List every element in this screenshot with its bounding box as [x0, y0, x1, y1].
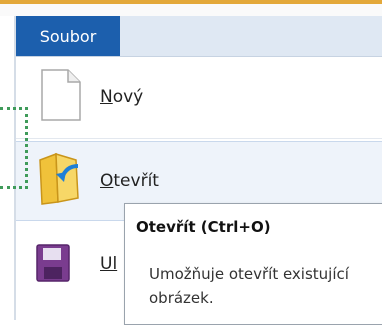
window-top-strip	[0, 4, 382, 16]
menu-item-new[interactable]: Nový	[16, 58, 382, 138]
menu-item-save-label: Ul	[100, 254, 118, 274]
new-document-icon	[41, 69, 81, 121]
menu-item-new-label: Nový	[100, 87, 144, 107]
menu-item-open-label: Otevřít	[100, 171, 159, 191]
open-folder-icon	[39, 152, 79, 205]
callout-bracket	[0, 107, 28, 189]
tooltip-body: Umožňuje otevřít existující obrázek.	[149, 265, 349, 307]
save-disk-icon	[36, 244, 70, 282]
menu-separator	[16, 138, 382, 139]
tooltip-title: Otevřít (Ctrl+O)	[136, 218, 271, 236]
file-tab[interactable]: Soubor	[16, 16, 120, 56]
tooltip: Otevřít (Ctrl+O) Umožňuje otevřít existu…	[124, 203, 382, 325]
